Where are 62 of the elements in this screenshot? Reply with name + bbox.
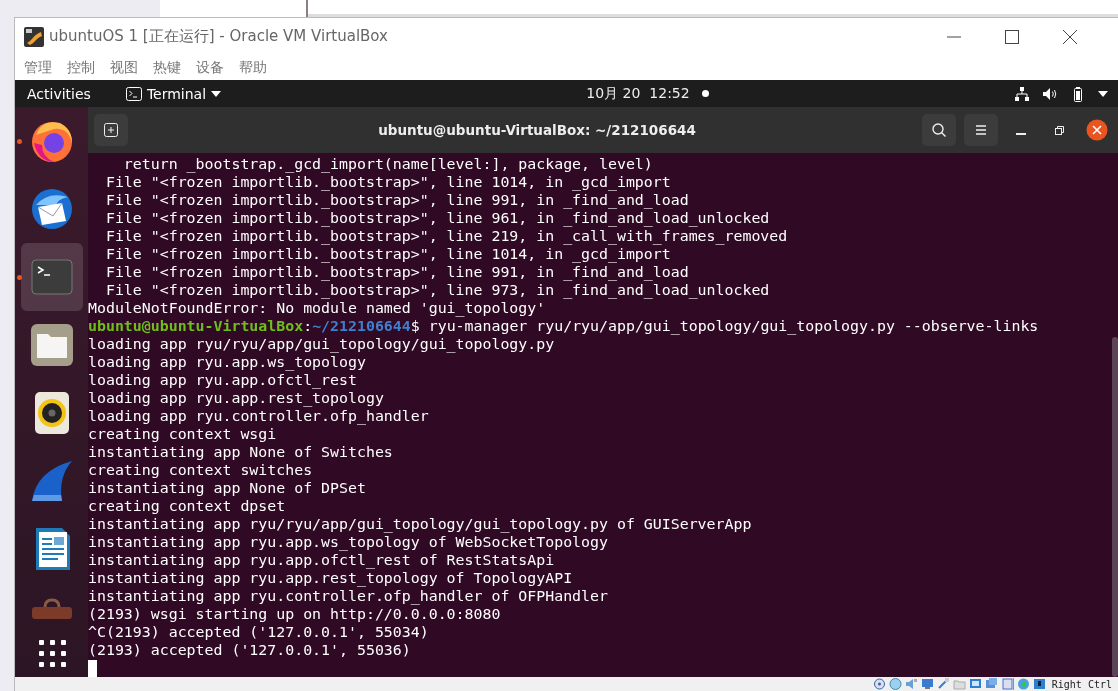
terminal-line: (2193) accepted ('127.0.0.1', 55036)	[88, 641, 411, 659]
restore-icon	[1053, 124, 1065, 136]
terminal-line: loading app ryu.app.rest_topology	[88, 389, 384, 407]
terminal-icon	[125, 86, 142, 101]
terminal-line: File "<frozen importlib._bootstrap>", line 1014, in _gcd_import	[104, 245, 671, 263]
terminal-line: File "<frozen importlib._bootstrap>", line 991, in _find_and_load	[104, 191, 689, 209]
terminal-line: instantiating app ryu.controller.ofp_handler of OFPHandler	[88, 587, 608, 605]
menu-icon	[973, 122, 989, 138]
terminal-line: creating context wsgi	[88, 425, 277, 443]
terminal-line: creating context dpset	[88, 497, 286, 515]
terminal-line: ModuleNotFoundError: No module named 'gui_topology'	[88, 299, 546, 317]
hard-disk-icon[interactable]	[872, 678, 886, 690]
menu-button[interactable]	[964, 114, 998, 146]
menu-item[interactable]: 热键	[152, 58, 182, 77]
menu-item[interactable]: 帮助	[238, 58, 268, 77]
terminal-line: instantiating app ryu.app.rest_topology of TopologyAPI	[88, 569, 573, 587]
caret-icon[interactable]	[1098, 90, 1108, 97]
terminal-line: ubuntu@ubuntu-VirtualBox:~/212106644$ ryu-manager ryu/ryu/app/gui_topology/gui_topology.py --observe-links	[88, 317, 1039, 335]
terminal-line: instantiating app ryu.app.ws_topology of WebSocketTopology	[88, 533, 608, 551]
menu-item[interactable]: 设备	[195, 58, 225, 77]
caret-icon[interactable]	[211, 90, 222, 97]
terminal-line: instantiating app ryu.app.ofctl_rest of RestStatsApi	[88, 551, 555, 569]
terminal-line: loading app ryu.app.ws_topology	[88, 353, 366, 371]
terminal-line: creating context switches	[88, 461, 313, 479]
terminal-line: File "<frozen importlib._bootstrap>", line 973, in _find_and_load_unlocked	[104, 281, 770, 299]
terminal-line: (2193) wsgi starting up on http://0.0.0.0:8080	[88, 605, 501, 623]
terminal-line: File "<frozen importlib._bootstrap>", line 219, in _call_with_frames_removed	[104, 227, 788, 245]
screen-recording-icon[interactable]	[984, 678, 998, 690]
terminal-line: File "<frozen importlib._bootstrap>", line 961, in _find_and_load_unlocked	[104, 209, 770, 227]
search-icon	[931, 122, 947, 138]
window-title: ubuntuOS 1 [正在运行] - Oracle VM VirtualBox	[49, 27, 389, 46]
close-icon	[1086, 119, 1108, 141]
terminal-line: return _bootstrap._gcd_import(name[level:], package, level)	[122, 155, 653, 173]
host-key-label: Right Ctrl	[1051, 678, 1112, 690]
new-tab-icon	[103, 122, 119, 138]
terminal-line: instantiating app None of DPSet	[88, 479, 366, 497]
display-icon[interactable]	[968, 678, 982, 690]
terminal-line: File "<frozen importlib._bootstrap>", line 991, in _find_and_load	[104, 263, 689, 281]
usb-icon[interactable]	[936, 678, 950, 690]
app-logo-icon	[24, 26, 44, 47]
minimize-icon	[1015, 133, 1027, 135]
terminal-line: instantiating app ryu/ryu/app/gui_topology/gui_topology.py of GUIServerApp	[88, 515, 752, 533]
terminal-line: instantiating app None of Switches	[88, 443, 393, 461]
app-menu[interactable]: Terminal	[146, 85, 207, 102]
terminal-line: loading app ryu.app.ofctl_rest	[88, 371, 357, 389]
network-icon[interactable]	[1014, 85, 1030, 102]
clock[interactable]: 10月 20 12:52	[586, 84, 690, 103]
search-button[interactable]	[922, 114, 956, 146]
menu-item[interactable]: 管理	[23, 58, 53, 77]
scrollbar[interactable]	[1112, 337, 1118, 677]
menu-item[interactable]: 视图	[109, 58, 139, 77]
network-adapter-icon[interactable]	[920, 678, 934, 690]
new-tab-button[interactable]	[94, 114, 128, 146]
terminal-line: File "<frozen importlib._bootstrap>", line 1014, in _gcd_import	[104, 173, 671, 191]
optical-disc-icon[interactable]	[888, 678, 902, 690]
terminal-line: loading app ryu/ryu/app/gui_topology/gui_topology.py	[88, 335, 555, 353]
mouse-integration-icon[interactable]	[1032, 678, 1046, 690]
activities-button[interactable]: Activities	[15, 85, 102, 102]
menu-item[interactable]: 控制	[66, 58, 96, 77]
terminal-title: ubuntu@ubuntu-VirtualBox: ~/212106644	[377, 122, 697, 138]
terminal-line: loading app ryu.controller.ofp_handler	[88, 407, 429, 425]
terminal-line: ^C(2193) accepted ('127.0.0.1', 55034)	[88, 623, 429, 641]
